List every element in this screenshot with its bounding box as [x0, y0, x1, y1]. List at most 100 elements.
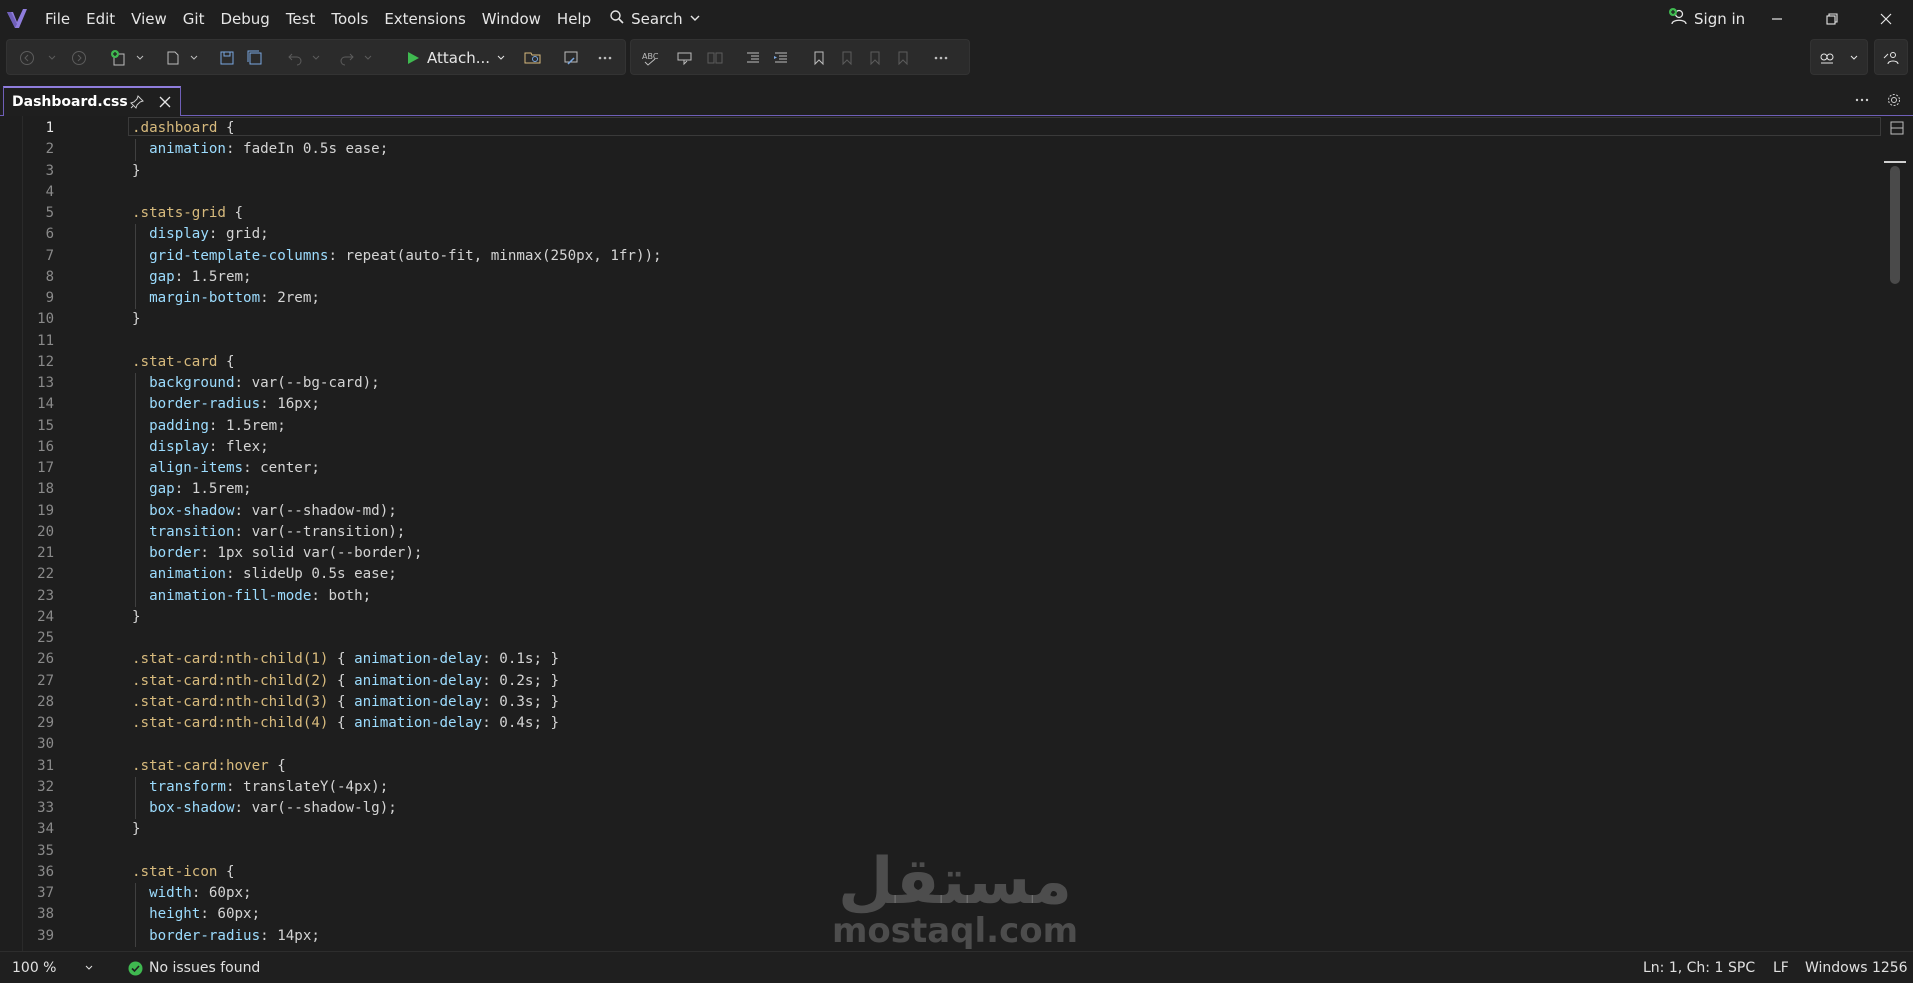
- find-in-files-button[interactable]: [519, 44, 547, 72]
- tab-settings-button[interactable]: [1880, 86, 1908, 114]
- code-line[interactable]: display: grid;: [132, 224, 269, 245]
- undo-button[interactable]: [281, 44, 309, 72]
- code-line[interactable]: border-radius: 16px;: [132, 394, 320, 415]
- code-line[interactable]: grid-template-columns: repeat(auto-fit, …: [132, 246, 662, 267]
- hot-reload-button[interactable]: [557, 44, 585, 72]
- code-line[interactable]: transform: translateY(-4px);: [132, 777, 388, 798]
- code-line[interactable]: border-radius: 14px;: [132, 926, 320, 947]
- code-line[interactable]: margin-bottom: 2rem;: [132, 288, 320, 309]
- code-line[interactable]: .stat-icon {: [132, 862, 235, 883]
- clear-bookmarks-button[interactable]: [889, 44, 917, 72]
- code-line[interactable]: .stat-card:nth-child(2) { animation-dela…: [132, 671, 559, 692]
- copilot-dropdown[interactable]: [1847, 44, 1861, 72]
- undo-dropdown[interactable]: [309, 44, 323, 72]
- code-line[interactable]: gap: 1.5rem;: [132, 479, 252, 500]
- minimize-button[interactable]: [1750, 0, 1804, 38]
- copilot-button[interactable]: [1813, 44, 1841, 72]
- previous-bookmark-button[interactable]: [833, 44, 861, 72]
- menu-file[interactable]: File: [37, 0, 78, 38]
- open-file-dropdown[interactable]: [187, 44, 201, 72]
- menu-extensions[interactable]: Extensions: [376, 0, 473, 38]
- code-line[interactable]: display: flex;: [132, 437, 269, 458]
- restore-icon: [1826, 13, 1838, 25]
- scrollbar-thumb[interactable]: [1890, 166, 1900, 284]
- search-menu[interactable]: Search: [599, 9, 711, 29]
- code-line[interactable]: .stat-card:nth-child(1) { animation-dela…: [132, 649, 559, 670]
- code-line[interactable]: .stat-card {: [132, 352, 235, 373]
- menu-view[interactable]: View: [123, 0, 175, 38]
- toggle-bookmark-button[interactable]: [805, 44, 833, 72]
- next-bookmark-button[interactable]: [861, 44, 889, 72]
- sign-in-button[interactable]: Sign in: [1668, 0, 1745, 38]
- code-line[interactable]: padding: 1.5rem;: [132, 416, 286, 437]
- navigate-forward-button[interactable]: [65, 44, 93, 72]
- issues-indicator[interactable]: No issues found: [128, 958, 260, 978]
- new-project-button[interactable]: [105, 44, 133, 72]
- navigate-back-button[interactable]: [13, 44, 41, 72]
- code-line[interactable]: animation: fadeIn 0.5s ease;: [132, 139, 388, 160]
- toolbar-group-main: Attach...: [6, 39, 626, 75]
- code-line[interactable]: animation-fill-mode: both;: [132, 586, 371, 607]
- quick-info-button[interactable]: [671, 44, 699, 72]
- more-options-button[interactable]: [591, 44, 619, 72]
- restore-button[interactable]: [1805, 0, 1859, 38]
- code-line[interactable]: transition: var(--transition);: [132, 522, 405, 543]
- code-line[interactable]: box-shadow: var(--shadow-md);: [132, 501, 397, 522]
- code-line[interactable]: .stat-card:nth-child(3) { animation-dela…: [132, 692, 559, 713]
- code-line[interactable]: .dashboard {: [132, 118, 235, 139]
- more-text-options-button[interactable]: [927, 44, 955, 72]
- split-editor-icon[interactable]: [1889, 120, 1905, 136]
- zoom-selector[interactable]: 100 %: [12, 959, 94, 977]
- line-number: 22: [37, 566, 54, 583]
- code-line[interactable]: }: [132, 309, 141, 330]
- svg-text:ABC: ABC: [642, 52, 659, 61]
- menu-edit[interactable]: Edit: [78, 0, 123, 38]
- code-line[interactable]: .stat-card:hover {: [132, 756, 286, 777]
- document-tab-strip: Dashboard.css: [0, 84, 1913, 116]
- menu-window[interactable]: Window: [474, 0, 549, 38]
- chevron-down-icon: [364, 55, 372, 60]
- open-file-button[interactable]: [159, 44, 187, 72]
- parameter-info-button[interactable]: [701, 44, 729, 72]
- code-line[interactable]: }: [132, 819, 141, 840]
- spell-check-button[interactable]: ABC: [637, 44, 665, 72]
- code-line[interactable]: align-items: center;: [132, 458, 320, 479]
- whitespace-indicator[interactable]: SPC: [1728, 958, 1755, 978]
- pin-tab-button[interactable]: [127, 92, 147, 112]
- redo-dropdown[interactable]: [361, 44, 375, 72]
- code-line[interactable]: animation: slideUp 0.5s ease;: [132, 564, 397, 585]
- code-line[interactable]: .stats-grid {: [132, 203, 243, 224]
- new-project-dropdown[interactable]: [133, 44, 147, 72]
- cursor-position[interactable]: Ln: 1, Ch: 1: [1643, 958, 1723, 978]
- close-window-button[interactable]: [1859, 0, 1913, 38]
- menu-git[interactable]: Git: [175, 0, 213, 38]
- redo-button[interactable]: [333, 44, 361, 72]
- code-line[interactable]: width: 60px;: [132, 883, 252, 904]
- encoding-indicator[interactable]: Windows 1256: [1805, 958, 1908, 978]
- menu-help[interactable]: Help: [549, 0, 599, 38]
- line-ending-indicator[interactable]: LF: [1773, 958, 1789, 978]
- code-line[interactable]: gap: 1.5rem;: [132, 267, 252, 288]
- outdent-button[interactable]: [739, 44, 767, 72]
- navigate-back-dropdown[interactable]: [45, 44, 59, 72]
- code-line[interactable]: .stat-card:nth-child(4) { animation-dela…: [132, 713, 559, 734]
- code-editor[interactable]: 1 2 3 4 5 6 7 8 9 10 11 12 13 14 15 16 17 18 19 20 21 22 23 24 2…: [0, 116, 1913, 951]
- code-line[interactable]: }: [132, 161, 141, 182]
- vertical-scrollbar[interactable]: [1881, 116, 1913, 951]
- save-all-button[interactable]: [241, 44, 269, 72]
- code-line[interactable]: height: 60px;: [132, 904, 260, 925]
- save-button[interactable]: [213, 44, 241, 72]
- tab-overflow-button[interactable]: [1848, 86, 1876, 114]
- live-share-button[interactable]: [1877, 44, 1905, 72]
- menu-test[interactable]: Test: [278, 0, 324, 38]
- close-tab-button[interactable]: [155, 92, 175, 112]
- indent-button[interactable]: [767, 44, 795, 72]
- code-line[interactable]: background: var(--bg-card);: [132, 373, 380, 394]
- attach-debugger-button[interactable]: Attach...: [405, 44, 506, 72]
- code-line[interactable]: box-shadow: var(--shadow-lg);: [132, 798, 397, 819]
- menu-tools[interactable]: Tools: [323, 0, 376, 38]
- code-line[interactable]: }: [132, 607, 141, 628]
- code-line[interactable]: border: 1px solid var(--border);: [132, 543, 422, 564]
- tab-dashboard-css[interactable]: Dashboard.css: [3, 86, 181, 116]
- menu-debug[interactable]: Debug: [212, 0, 277, 38]
